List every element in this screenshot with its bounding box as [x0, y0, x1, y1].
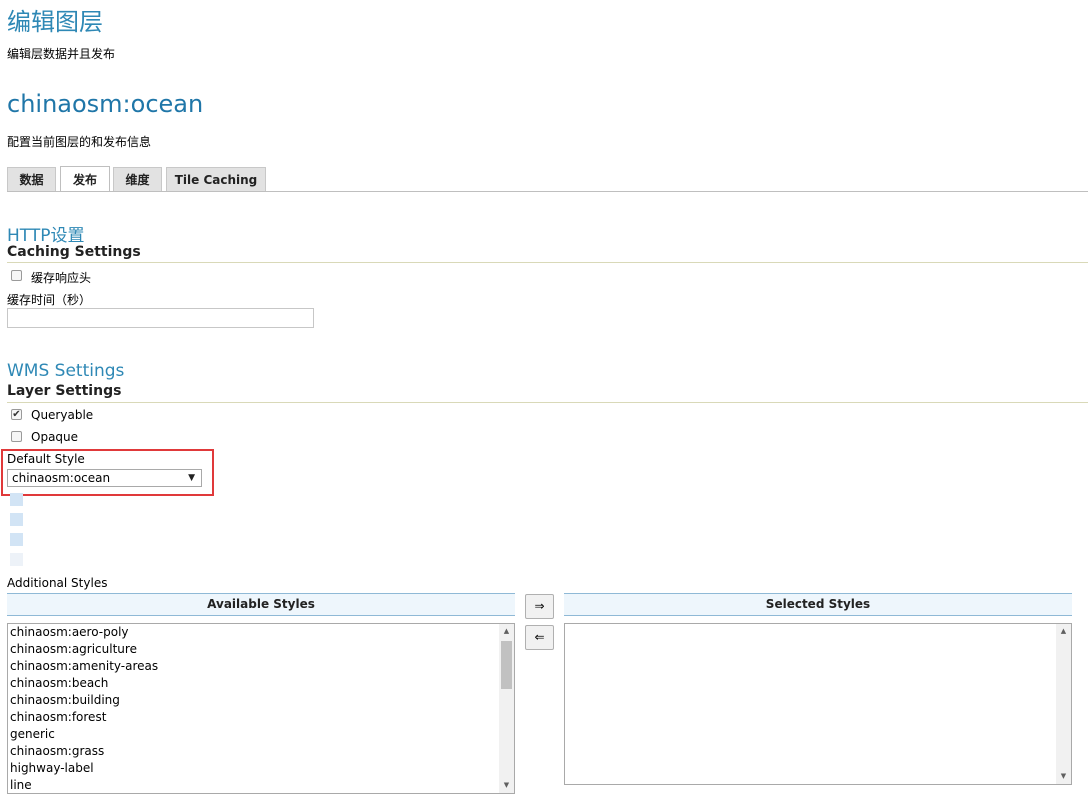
style-preview-swatch	[10, 553, 23, 566]
style-list-item[interactable]: chinaosm:agriculture	[10, 642, 137, 656]
style-list-item[interactable]: chinaosm:building	[10, 693, 120, 707]
style-list-item[interactable]: chinaosm:aero-poly	[10, 625, 129, 639]
style-preview-swatch	[10, 513, 23, 526]
queryable-checkbox[interactable]: ✔	[11, 409, 22, 420]
layer-settings-rule	[7, 402, 1088, 403]
page-title: 编辑图层	[7, 8, 103, 36]
cache-time-label: 缓存时间（秒）	[7, 293, 92, 307]
layer-description: 配置当前图层的和发布信息	[7, 135, 152, 149]
style-list-item[interactable]: chinaosm:grass	[10, 744, 104, 758]
remove-style-button[interactable]: ⇐	[525, 625, 554, 650]
tab-data[interactable]: 数据	[7, 167, 56, 191]
http-section-title: HTTP设置	[7, 226, 85, 246]
style-list-item[interactable]: line	[10, 778, 32, 792]
scrollbar-thumb[interactable]	[501, 641, 512, 689]
style-preview-swatch	[10, 493, 23, 506]
default-style-label: Default Style	[7, 452, 85, 466]
add-style-button[interactable]: ⇒	[525, 594, 554, 619]
cache-time-input[interactable]	[7, 308, 314, 328]
layer-settings-title: Layer Settings	[7, 383, 122, 399]
available-styles-list[interactable]: chinaosm:aero-poly chinaosm:agriculture ch…	[7, 623, 515, 794]
check-icon: ✔	[12, 409, 21, 420]
cache-headers-label: 缓存响应头	[31, 271, 92, 285]
selected-styles-scrollbar[interactable]: ▲ ▼	[1056, 624, 1071, 784]
caching-settings-title: Caching Settings	[7, 244, 141, 260]
style-list-item[interactable]: highway-label	[10, 761, 94, 775]
tab-divider	[7, 191, 1088, 192]
cache-headers-checkbox[interactable]	[11, 270, 22, 281]
default-style-value: chinaosm:ocean	[12, 471, 111, 485]
selected-styles-list[interactable]: ▲ ▼	[564, 623, 1072, 785]
opaque-label: Opaque	[31, 430, 79, 444]
available-styles-header: Available Styles	[7, 593, 515, 616]
opaque-checkbox[interactable]	[11, 431, 22, 442]
additional-styles-label: Additional Styles	[7, 576, 108, 590]
style-list-item[interactable]: chinaosm:forest	[10, 710, 106, 724]
default-style-select[interactable]: chinaosm:ocean ▼	[7, 469, 202, 487]
page-subtitle: 编辑层数据并且发布	[7, 47, 116, 61]
style-list-item[interactable]: chinaosm:amenity-areas	[10, 659, 158, 673]
wms-section-title: WMS Settings	[7, 361, 125, 381]
caching-settings-rule	[7, 262, 1088, 263]
scroll-down-icon[interactable]: ▼	[499, 778, 514, 793]
layer-name: chinaosm:ocean	[7, 90, 204, 118]
scroll-up-icon[interactable]: ▲	[1056, 624, 1071, 639]
tab-publishing[interactable]: 发布	[60, 166, 110, 192]
style-list-item[interactable]: chinaosm:beach	[10, 676, 108, 690]
tab-tile-caching[interactable]: Tile Caching	[166, 167, 266, 191]
scroll-up-icon[interactable]: ▲	[499, 624, 514, 639]
chevron-down-icon: ▼	[188, 473, 195, 483]
style-list-item[interactable]: generic	[10, 727, 55, 741]
selected-styles-header: Selected Styles	[564, 593, 1072, 616]
scroll-down-icon[interactable]: ▼	[1056, 769, 1071, 784]
available-styles-scrollbar[interactable]: ▲ ▼	[499, 624, 514, 793]
queryable-label: Queryable	[31, 408, 94, 422]
tab-dimensions[interactable]: 维度	[113, 167, 162, 191]
style-preview-swatch	[10, 533, 23, 546]
